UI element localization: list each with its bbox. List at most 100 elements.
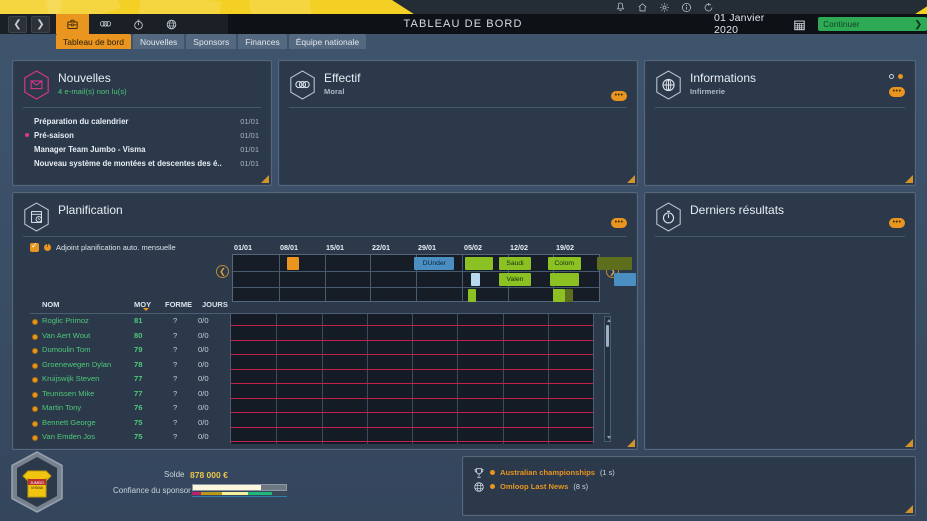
tab-tableau-de-bord[interactable]: Tableau de bord — [56, 34, 131, 49]
gantt-event-bar[interactable] — [614, 273, 636, 286]
divider — [655, 236, 905, 237]
rider-schedule-track[interactable] — [230, 358, 594, 373]
table-row[interactable]: Van Aert Wout80?0/0 — [30, 329, 612, 344]
gantt-event-bar[interactable]: Saudi — [499, 257, 530, 270]
schedule-week-divider — [548, 329, 549, 344]
gantt-event-bar[interactable]: Colom — [548, 257, 581, 270]
planning-panel-header: Planification ••• — [13, 193, 637, 232]
rider-days: 0/0 — [198, 403, 209, 412]
week-label: 12/02 — [508, 243, 554, 254]
rider-average: 80 — [134, 331, 142, 340]
gantt-grid[interactable]: DUnder Saudi Colom Valen — [232, 254, 600, 302]
gantt-event-bar[interactable] — [471, 273, 480, 286]
rider-schedule-track[interactable] — [230, 430, 594, 444]
results-menu-button[interactable]: ••• — [889, 218, 905, 228]
unread-dot — [25, 133, 29, 137]
forward-button[interactable]: ❯ — [31, 16, 50, 33]
list-item[interactable]: Australian championships (1 s) — [473, 465, 915, 479]
refresh-icon[interactable] — [703, 2, 714, 13]
nav-globe-icon[interactable] — [155, 14, 188, 34]
rider-schedule-track[interactable] — [230, 401, 594, 416]
rider-schedule-track[interactable] — [230, 372, 594, 387]
info-icon[interactable] — [681, 2, 692, 13]
gantt-event-bar[interactable]: DUnder — [414, 257, 454, 270]
planning-menu-button[interactable]: ••• — [611, 218, 627, 228]
table-row[interactable]: Van Emden Jos75?0/0 — [30, 430, 612, 444]
tab-nouvelles[interactable]: Nouvelles — [133, 34, 184, 49]
schedule-week-divider — [548, 372, 549, 387]
rider-schedule-track[interactable] — [230, 387, 594, 402]
rider-name: Van Emden Jos — [42, 432, 95, 441]
schedule-week-divider — [457, 401, 458, 416]
list-item[interactable]: Pré-saison 01/01 — [25, 128, 259, 142]
home-icon[interactable] — [637, 2, 648, 13]
continue-button[interactable]: Continuer ❯ — [818, 17, 927, 31]
divider — [655, 107, 905, 108]
rider-schedule-track[interactable] — [230, 343, 594, 358]
nav-briefcase-icon[interactable] — [56, 14, 89, 34]
rider-table-scrollbar[interactable] — [604, 316, 611, 442]
rider-schedule-track[interactable] — [230, 314, 594, 329]
column-header-forme[interactable]: FORME — [165, 300, 192, 309]
gantt-event-bar[interactable]: Valen — [499, 273, 530, 286]
rider-condition-line — [231, 427, 593, 428]
table-row[interactable]: Bennett George75?0/0 — [30, 416, 612, 431]
rider-form: ? — [173, 316, 177, 325]
column-header-nom[interactable]: NOM — [42, 300, 60, 309]
schedule-week-divider — [276, 343, 277, 358]
schedule-week-divider — [276, 358, 277, 373]
medical-icon — [655, 70, 682, 100]
rider-schedule-track[interactable] — [230, 329, 594, 344]
nav-team-icon[interactable] — [89, 14, 122, 34]
rider-form: ? — [173, 389, 177, 398]
auto-planning-row[interactable]: Adjoint planification auto. mensuelle — [30, 243, 176, 252]
scrollbar-thumb[interactable] — [606, 325, 609, 347]
tab-sponsors[interactable]: Sponsors — [186, 34, 236, 49]
svg-text:VISMA: VISMA — [31, 485, 44, 490]
sponsor-segment-underline — [192, 496, 287, 498]
news-title: Manager Team Jumbo - Visma — [34, 145, 240, 154]
list-item[interactable]: Nouveau système de montées et descentes … — [25, 156, 259, 170]
calendar-icon[interactable] — [794, 18, 805, 30]
table-row[interactable]: Martin Tony76?0/0 — [30, 401, 612, 416]
results-panel-header: Derniers résultats ••• — [645, 193, 915, 232]
scroll-down-icon[interactable] — [607, 436, 611, 439]
list-item[interactable]: Omloop Last News (8 s) — [473, 479, 915, 493]
gantt-event-bar[interactable] — [465, 257, 492, 270]
tab-equipe-nationale[interactable]: Équipe nationale — [289, 34, 366, 49]
back-button[interactable]: ❮ — [8, 16, 27, 33]
column-header-jours[interactable]: JOURS — [202, 300, 228, 309]
table-row[interactable]: Roglic Primoz81?0/0 — [30, 314, 612, 329]
auto-planning-checkbox[interactable] — [30, 243, 39, 252]
squad-panel: Effectif Moral ••• — [278, 60, 638, 186]
table-row[interactable]: Kruijswijk Steven77?0/0 — [30, 372, 612, 387]
week-label: 15/01 — [324, 243, 370, 254]
bell-icon[interactable] — [615, 2, 626, 13]
schedule-week-divider — [503, 343, 504, 358]
table-row[interactable]: Teunissen Mike77?0/0 — [30, 387, 612, 402]
nav-stopwatch-icon[interactable] — [122, 14, 155, 34]
tab-finances[interactable]: Finances — [238, 34, 287, 49]
gear-icon[interactable] — [659, 2, 670, 13]
info-menu-button[interactable]: ••• — [889, 87, 905, 97]
gantt-event-bar[interactable] — [550, 273, 579, 286]
list-item[interactable]: Manager Team Jumbo - Visma 01/01 — [25, 142, 259, 156]
rider-schedule-track[interactable] — [230, 416, 594, 431]
calendar-prev-button[interactable]: ❮ — [216, 265, 229, 278]
schedule-week-divider — [367, 358, 368, 373]
squad-menu-button[interactable]: ••• — [611, 91, 627, 101]
table-row[interactable]: Dumoulin Tom79?0/0 — [30, 343, 612, 358]
rider-table-body[interactable]: Roglic Primoz81?0/0Van Aert Wout80?0/0Du… — [30, 314, 612, 444]
team-jersey-logo[interactable]: JUMBO VISMA — [6, 449, 68, 515]
schedule-week-divider — [503, 416, 504, 431]
race-status-dot — [490, 470, 495, 475]
divider — [289, 107, 627, 108]
table-row[interactable]: Groenewegen Dylan78?0/0 — [30, 358, 612, 373]
gantt-event-bar[interactable] — [287, 257, 298, 270]
schedule-week-divider — [412, 416, 413, 431]
gantt-event-bar[interactable] — [597, 257, 632, 270]
sponsor-confidence-bar — [192, 484, 287, 491]
schedule-week-divider — [276, 401, 277, 416]
list-item[interactable]: Préparation du calendrier 01/01 — [25, 114, 259, 128]
scroll-up-icon[interactable] — [607, 319, 611, 322]
